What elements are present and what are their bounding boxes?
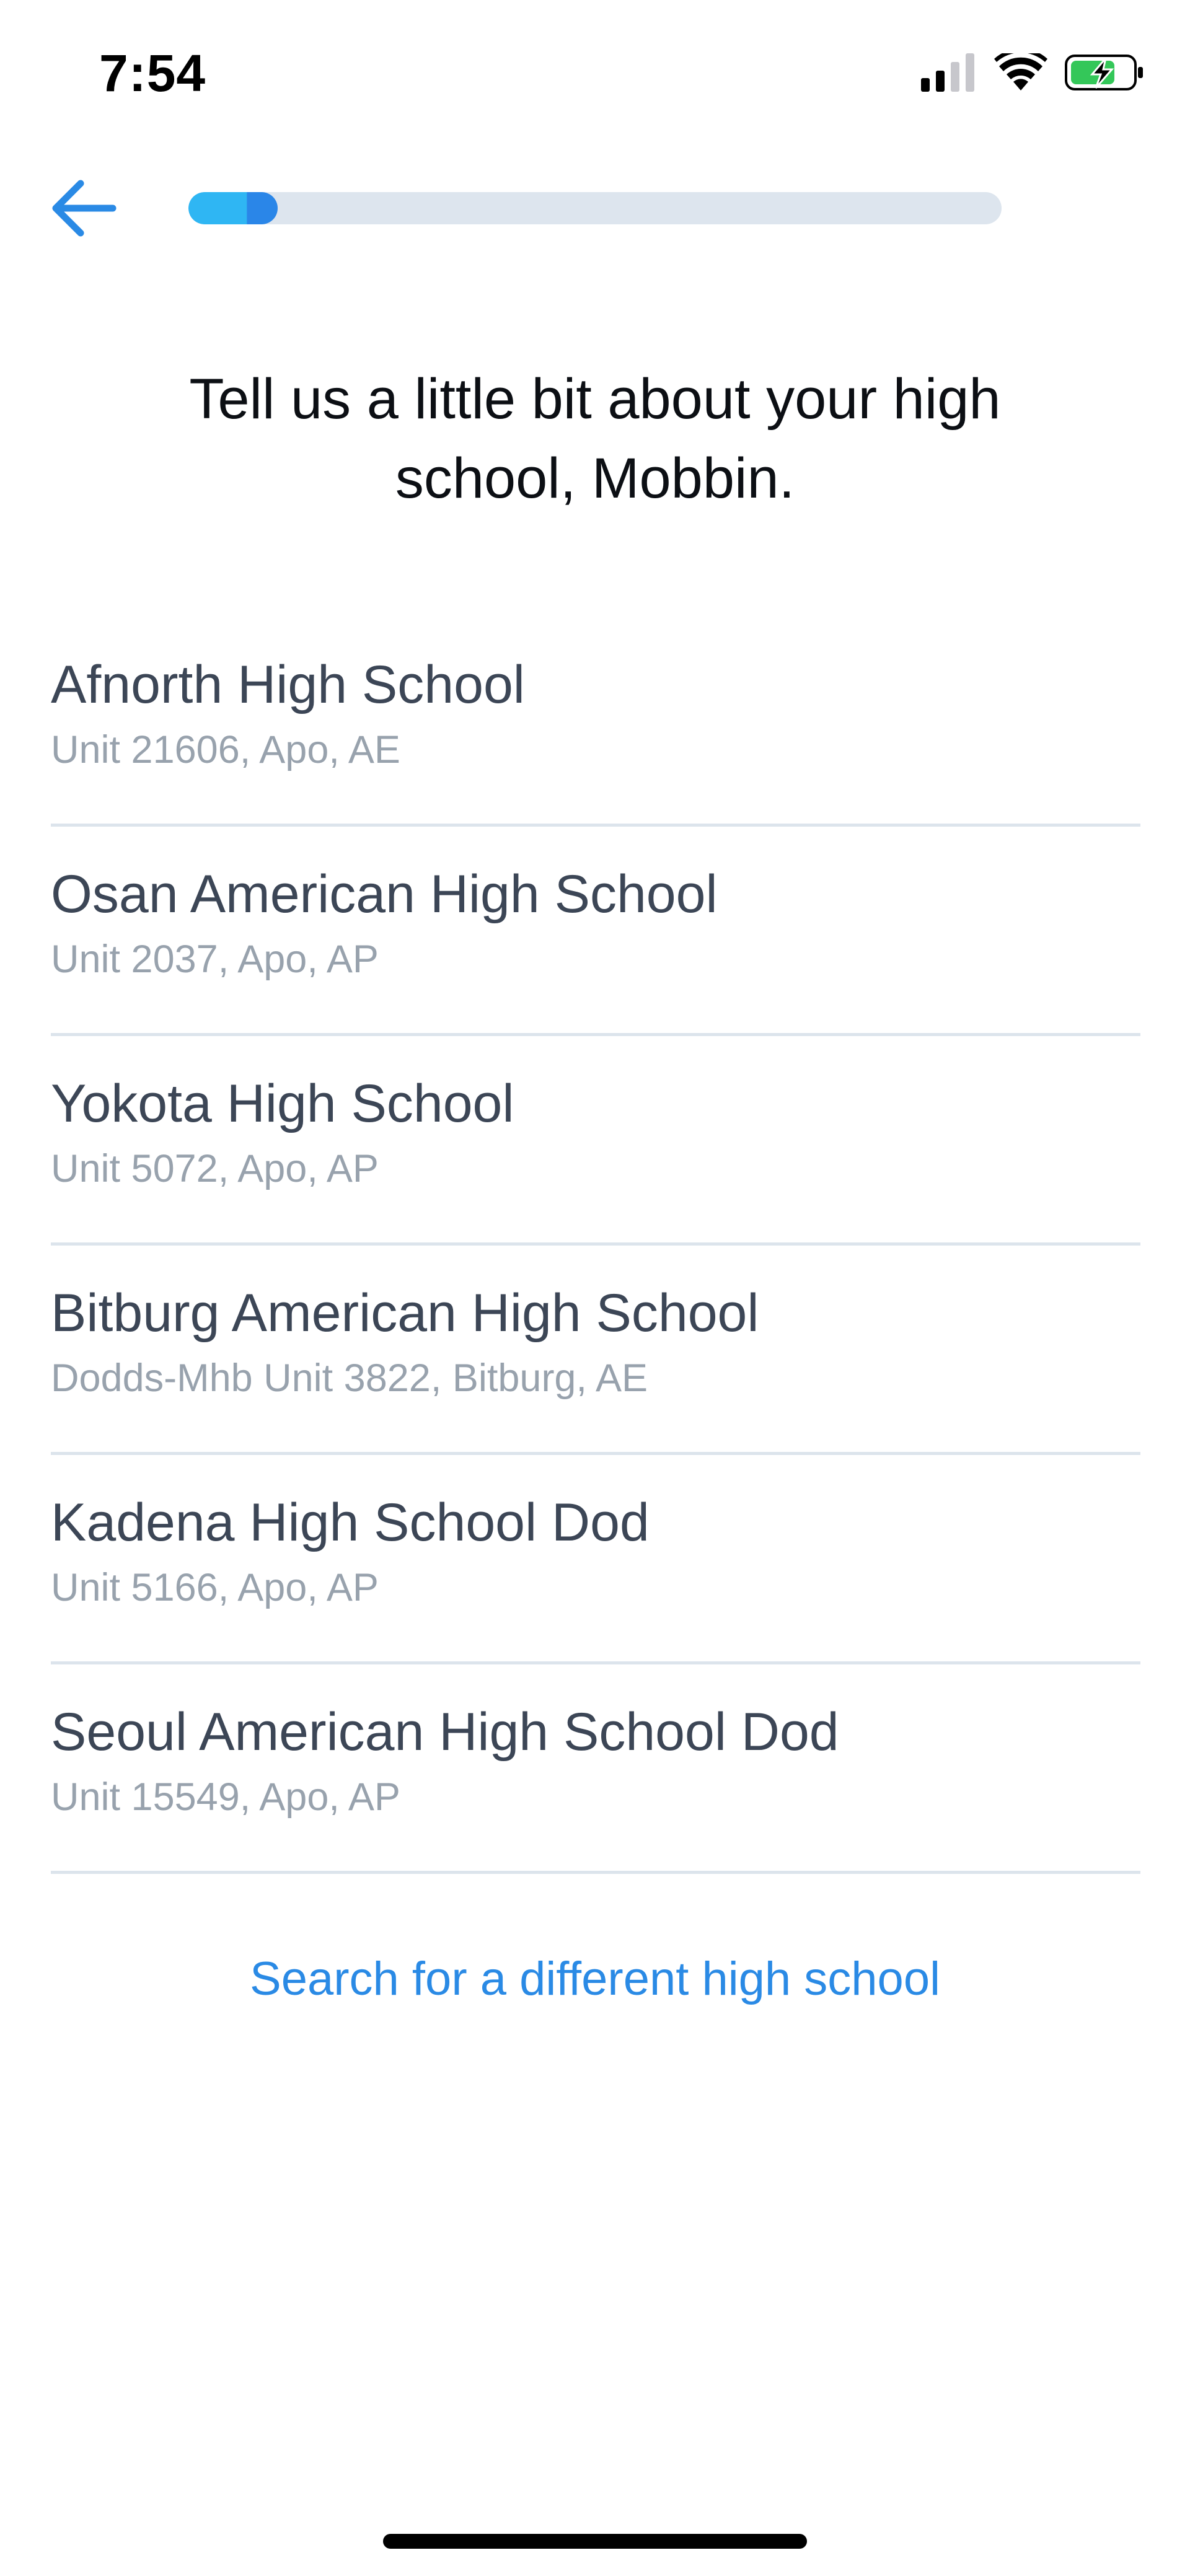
school-name: Afnorth High School	[51, 655, 525, 714]
status-icons	[921, 53, 1144, 92]
school-address: Unit 5166, Apo, AP	[51, 1566, 379, 1609]
status-time: 7:54	[99, 44, 206, 102]
cellular-signal-icon	[921, 53, 977, 92]
school-address: Unit 15549, Apo, AP	[51, 1775, 400, 1819]
home-indicator	[383, 2534, 807, 2549]
arrow-left-icon	[50, 177, 118, 242]
school-list: Afnorth High School Unit 21606, Apo, AE Os…	[51, 617, 1140, 1874]
school-list-item[interactable]: Bitburg American High School Dodds-Mhb Un…	[51, 1246, 1140, 1455]
school-name: Osan American High School	[51, 864, 718, 924]
status-bar: 7:54	[0, 0, 1190, 143]
school-address: Unit 21606, Apo, AE	[51, 728, 400, 771]
school-name: Seoul American High School Dod	[51, 1702, 839, 1762]
school-address: Unit 5072, Apo, AP	[51, 1147, 379, 1190]
battery-charging-icon	[1065, 53, 1144, 92]
school-address: Dodds-Mhb Unit 3822, Bitburg, AE	[51, 1356, 648, 1400]
progress-bar	[188, 192, 1002, 224]
school-list-item[interactable]: Osan American High School Unit 2037, Apo,…	[51, 827, 1140, 1036]
school-address: Unit 2037, Apo, AP	[51, 938, 379, 981]
search-different-school-link[interactable]: Search for a different high school	[0, 1952, 1190, 2006]
progress-fill	[188, 192, 278, 224]
school-list-item[interactable]: Seoul American High School Dod Unit 15549…	[51, 1664, 1140, 1874]
school-name: Bitburg American High School	[51, 1283, 759, 1343]
school-name: Yokota High School	[51, 1074, 514, 1133]
page-title: Tell us a little bit about your high sch…	[189, 367, 1001, 510]
school-list-item[interactable]: Yokota High School Unit 5072, Apo, AP	[51, 1036, 1140, 1246]
school-list-item[interactable]: Afnorth High School Unit 21606, Apo, AE	[51, 617, 1140, 827]
school-name: Kadena High School Dod	[51, 1493, 650, 1552]
back-button[interactable]	[43, 172, 124, 247]
wifi-icon	[994, 53, 1047, 92]
school-list-item[interactable]: Kadena High School Dod Unit 5166, Apo, AP	[51, 1455, 1140, 1664]
